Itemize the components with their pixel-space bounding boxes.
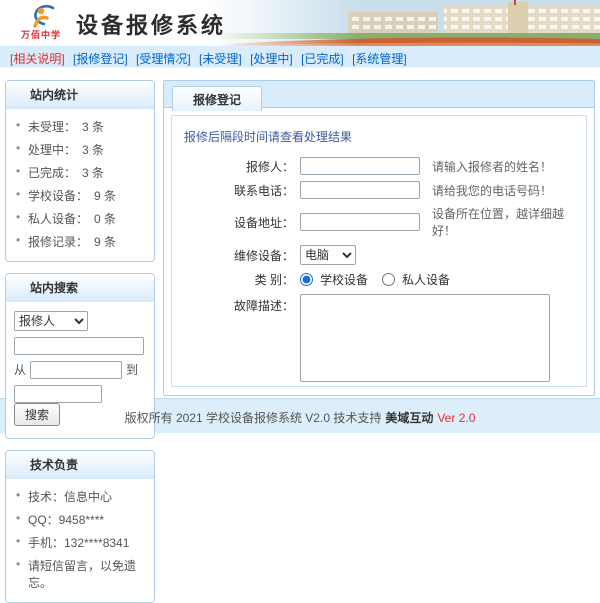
- category-radio-school[interactable]: [300, 273, 313, 286]
- stat-item-school-devices: 学校设备：9 条: [16, 184, 150, 207]
- device-row: 维修设备： 电脑: [182, 245, 576, 265]
- school-logo-icon: [24, 3, 58, 29]
- result-notice: 报修后隔段时间请查看处理结果: [184, 128, 576, 145]
- stat-value: 9 条: [94, 235, 116, 249]
- category-radio-private[interactable]: [382, 273, 395, 286]
- address-input[interactable]: [300, 213, 420, 231]
- category-option-school-label: 学校设备: [320, 271, 368, 288]
- stat-value: 3 条: [82, 166, 104, 180]
- repair-form-container: 报修后隔段时间请查看处理结果 报修人： 请输入报修者的姓名！ 联系电话： 请给我…: [171, 115, 587, 387]
- copyright-text: 版权所有 2021 学校设备报修系统 V2.0 技术支持: [125, 411, 382, 425]
- support-box: 技术负责 技术：信息中心 QQ：9458**** 手机：132****8341 …: [5, 450, 155, 603]
- phone-input[interactable]: [300, 181, 420, 199]
- address-label: 设备地址：: [182, 214, 300, 231]
- nav-link-instructions[interactable]: [相关说明]: [10, 52, 65, 66]
- stat-item-private-devices: 私人设备：0 条: [16, 207, 150, 230]
- device-label: 维修设备：: [182, 247, 300, 264]
- brand-name: 美域互动: [385, 411, 433, 425]
- address-row: 设备地址： 设备所在位置，越详细越好！: [182, 205, 576, 239]
- nav-link-completed[interactable]: [已完成]: [301, 52, 344, 66]
- reporter-label: 报修人：: [182, 158, 300, 175]
- from-label: 从: [14, 363, 26, 377]
- description-label: 故障描述：: [182, 294, 300, 314]
- version-label: Ver 2.0: [437, 411, 475, 425]
- stat-value: 0 条: [94, 212, 116, 226]
- search-keyword-input[interactable]: [14, 337, 144, 355]
- school-name: 万佰中学: [12, 28, 70, 41]
- search-to-input[interactable]: [14, 385, 102, 403]
- category-label: 类 别：: [182, 271, 300, 288]
- phone-hint: 请给我您的电话号码！: [432, 182, 552, 199]
- stat-item-in-progress: 处理中：3 条: [16, 138, 150, 161]
- content-area: 站内统计 未受理：3 条 处理中：3 条 已完成：3 条 学校设备：9 条 私人…: [0, 68, 600, 398]
- stat-value: 3 条: [82, 120, 104, 134]
- stats-title: 站内统计: [6, 81, 154, 109]
- stat-item-unaccepted: 未受理：3 条: [16, 115, 150, 138]
- logo: 万佰中学: [12, 3, 70, 41]
- to-label: 到: [126, 363, 138, 377]
- fault-description-textarea[interactable]: [300, 294, 550, 382]
- search-field-select[interactable]: 报修人: [14, 311, 88, 331]
- reporter-row: 报修人： 请输入报修者的姓名！: [182, 157, 576, 175]
- page-title: 设备报修系统: [76, 8, 226, 40]
- support-item-phone: 手机：132****8341: [16, 531, 150, 554]
- main-nav: [相关说明] [报修登记] [受理情况] [未受理] [处理中] [已完成] […: [0, 46, 600, 68]
- support-warning: 请短信留言，以免遗忘。: [16, 554, 150, 594]
- support-item-tech: 技术：信息中心: [16, 485, 150, 508]
- search-from-input[interactable]: [30, 361, 122, 379]
- address-hint: 设备所在位置，越详细越好！: [432, 205, 576, 239]
- support-item-qq: QQ：9458****: [16, 508, 150, 531]
- stats-list: 未受理：3 条 处理中：3 条 已完成：3 条 学校设备：9 条 私人设备：0 …: [6, 115, 154, 253]
- nav-link-unaccepted[interactable]: [未受理]: [199, 52, 242, 66]
- tab-repair-register[interactable]: 报修登记: [172, 86, 262, 111]
- nav-link-in-progress[interactable]: [处理中]: [250, 52, 293, 66]
- category-options: 学校设备 私人设备: [300, 271, 450, 288]
- support-title: 技术负责: [6, 451, 154, 479]
- sidebar: 站内统计 未受理：3 条 处理中：3 条 已完成：3 条 学校设备：9 条 私人…: [5, 80, 155, 603]
- main-panel: 报修登记 报修后隔段时间请查看处理结果 报修人： 请输入报修者的姓名！ 联系电话…: [163, 80, 595, 396]
- nav-link-repair-register[interactable]: [报修登记]: [73, 52, 128, 66]
- header: 万佰中学 设备报修系统: [0, 0, 600, 46]
- nav-link-system-admin[interactable]: [系统管理]: [352, 52, 407, 66]
- stat-item-completed: 已完成：3 条: [16, 161, 150, 184]
- search-button[interactable]: 搜索: [14, 403, 60, 426]
- search-title: 站内搜索: [6, 274, 154, 302]
- reporter-input[interactable]: [300, 157, 420, 175]
- stat-value: 3 条: [82, 143, 104, 157]
- stats-box: 站内统计 未受理：3 条 处理中：3 条 已完成：3 条 学校设备：9 条 私人…: [5, 80, 155, 262]
- school-photo-banner: [208, 0, 600, 46]
- category-row: 类 别： 学校设备 私人设备: [182, 271, 576, 288]
- stat-item-repair-records: 报修记录：9 条: [16, 230, 150, 253]
- category-option-private-label: 私人设备: [402, 271, 450, 288]
- stat-value: 9 条: [94, 189, 116, 203]
- reporter-hint: 请输入报修者的姓名！: [432, 158, 552, 175]
- device-select[interactable]: 电脑: [300, 245, 356, 265]
- support-list: 技术：信息中心 QQ：9458**** 手机：132****8341 请短信留言…: [6, 485, 154, 594]
- description-row: 故障描述：: [182, 294, 576, 382]
- tab-strip: 报修登记: [164, 81, 594, 108]
- phone-row: 联系电话： 请给我您的电话号码！: [182, 181, 576, 199]
- nav-link-acceptance-status[interactable]: [受理情况]: [136, 52, 191, 66]
- phone-label: 联系电话：: [182, 182, 300, 199]
